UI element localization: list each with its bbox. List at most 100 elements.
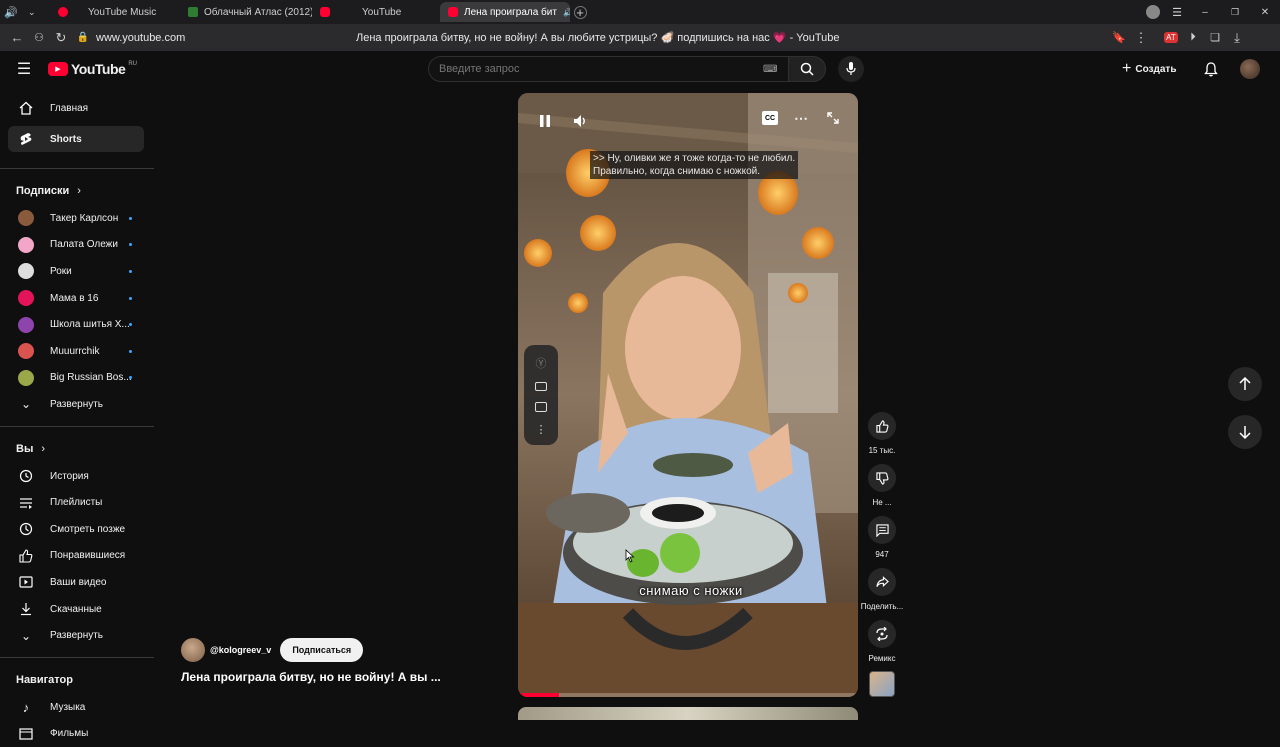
subscription-name: Big Russian Bos...: [50, 372, 132, 383]
channel-handle[interactable]: @kologreev_v: [210, 645, 271, 655]
video-title[interactable]: Лена проиграла битву, но не войну! А вы …: [181, 670, 441, 684]
create-button[interactable]: + Создать: [1122, 59, 1176, 79]
search-box[interactable]: ⌨: [428, 56, 790, 82]
voice-search-button[interactable]: [838, 56, 864, 82]
subscribe-button[interactable]: Подписаться: [280, 638, 363, 662]
subscription-item[interactable]: Muuurrchik: [0, 338, 154, 365]
subscription-item[interactable]: Мама в 16: [0, 285, 154, 312]
more-button[interactable]: ⋮: [1130, 27, 1152, 49]
subscription-item[interactable]: Палата Олежи: [0, 232, 154, 259]
collections-button[interactable]: ❏: [1204, 27, 1226, 49]
tab-youtube-music[interactable]: YouTube Music: [50, 2, 180, 22]
volume-icon: [573, 114, 589, 128]
fullscreen-button[interactable]: [824, 109, 842, 127]
sidebar-item-your-videos[interactable]: Ваши видео: [0, 569, 154, 596]
sidebar-expand-subscriptions[interactable]: ⌄ Развернуть: [0, 391, 154, 418]
maximize-button[interactable]: ❐: [1220, 2, 1250, 22]
reload-button[interactable]: ↻: [50, 27, 72, 49]
volume-button[interactable]: [568, 108, 594, 134]
cursor-arrow-icon: [625, 549, 635, 563]
sidebar-item-history[interactable]: История: [0, 463, 154, 490]
translate-button[interactable]: AT: [1160, 27, 1182, 49]
profile-button[interactable]: [1142, 2, 1164, 22]
search-input[interactable]: [439, 63, 749, 75]
tab-current-video[interactable]: Лена проиграла бит 🔊 ✕: [440, 2, 570, 22]
sidebar-item-downloads[interactable]: Скачанные: [0, 596, 154, 623]
speaker-icon[interactable]: 🔊: [4, 6, 18, 19]
picture-in-picture-icon[interactable]: [535, 402, 547, 412]
progress-bar[interactable]: [518, 693, 858, 697]
channel-avatar: [18, 343, 34, 359]
sidebar-item-shorts[interactable]: Shorts: [8, 126, 144, 152]
close-window-button[interactable]: ✕: [1250, 2, 1280, 22]
sidebar-item-label: Shorts: [50, 134, 82, 145]
sidebar-item-playlists[interactable]: Плейлисты: [0, 489, 154, 516]
bookmark-button[interactable]: 🔖: [1108, 27, 1130, 49]
back-button[interactable]: ←: [6, 27, 28, 49]
tab-label: Лена проиграла бит: [464, 7, 557, 18]
subscriptions-header[interactable]: Подписки ›: [0, 177, 154, 205]
minimize-button[interactable]: –: [1190, 2, 1220, 22]
guide-menu-button[interactable]: ☰: [14, 60, 34, 78]
tab-youtube[interactable]: YouTube: [312, 2, 440, 22]
next-short-button[interactable]: [1228, 415, 1262, 449]
media-button[interactable]: ⏵: [1182, 27, 1204, 49]
downloads-button[interactable]: ⤓: [1226, 27, 1248, 49]
url-text[interactable]: www.youtube.com: [96, 32, 296, 44]
menu-lines-icon: ☰: [1172, 6, 1182, 19]
sidebar-item-watch-later[interactable]: Смотреть позже: [0, 516, 154, 543]
next-short-preview[interactable]: [518, 707, 858, 720]
download-icon: [18, 601, 34, 617]
mouse-cursor: [625, 549, 635, 568]
site-info-button[interactable]: 🔒: [72, 27, 94, 49]
sidebar-item-label: Развернуть: [50, 630, 103, 641]
you-header[interactable]: Вы ›: [0, 435, 154, 463]
comments-button[interactable]: [868, 516, 896, 544]
protect-button[interactable]: ⚇: [28, 27, 50, 49]
remix-button[interactable]: [868, 620, 896, 648]
arrow-left-icon: ←: [11, 30, 24, 45]
page-title: Лена проиграла битву, но не войну! А вы …: [356, 31, 1116, 44]
pause-button[interactable]: [532, 108, 558, 134]
more-vertical-icon[interactable]: ⋮: [536, 423, 547, 436]
tabs-menu-button[interactable]: ⌄: [24, 2, 44, 22]
sound-thumbnail[interactable]: [869, 671, 895, 697]
subscription-item[interactable]: Такер Карлсон: [0, 205, 154, 232]
sidebar-item-home[interactable]: Главная: [0, 90, 154, 126]
sidebar-item-label: Понравившиеся: [50, 550, 125, 561]
like-button[interactable]: [868, 412, 896, 440]
tab-oblachny-atlas[interactable]: Облачный Атлас (2012) С: [180, 2, 312, 22]
yandex-icon[interactable]: Ⓨ: [536, 355, 547, 371]
dislike-button[interactable]: [868, 464, 896, 492]
notifications-button[interactable]: [1201, 59, 1221, 79]
chevron-right-icon: ›: [41, 443, 45, 455]
subscription-name: Такер Карлсон: [50, 213, 118, 224]
shield-icon: ⚇: [34, 31, 44, 44]
chevron-right-icon: ›: [77, 185, 81, 197]
subscription-item[interactable]: Школа шитья Х...: [0, 311, 154, 338]
channel-avatar[interactable]: [181, 638, 205, 662]
browser-menu-button[interactable]: ☰: [1164, 2, 1190, 22]
share-button[interactable]: [868, 568, 896, 596]
sidebar-expand-you[interactable]: ⌄ Развернуть: [0, 622, 154, 649]
subtitles-icon[interactable]: [535, 382, 547, 391]
new-tab-button[interactable]: +: [570, 2, 590, 22]
captions-button[interactable]: CC: [762, 111, 778, 125]
account-avatar[interactable]: [1240, 59, 1260, 79]
shorts-player[interactable]: CC ⋯ >> Ну, оливки же я тоже когда-то не…: [518, 93, 858, 697]
closed-caption-box: >> Ну, оливки же я тоже когда-то не люби…: [590, 151, 798, 179]
keyboard-icon[interactable]: ⌨: [763, 64, 777, 75]
thumbs-up-icon: [876, 420, 889, 433]
subscription-item[interactable]: Big Russian Bos...: [0, 365, 154, 392]
video-frame: [518, 93, 858, 697]
search-button[interactable]: [788, 56, 826, 82]
share-action: Поделить...: [862, 568, 902, 611]
sidebar-item-liked[interactable]: Понравившиеся: [0, 543, 154, 570]
sidebar-item-movies[interactable]: Фильмы: [0, 721, 154, 747]
tab-audio-control[interactable]: 🔊: [0, 2, 24, 22]
subscription-item[interactable]: Роки: [0, 258, 154, 285]
sidebar-item-music[interactable]: ♪ Музыка: [0, 694, 154, 721]
previous-short-button[interactable]: [1228, 367, 1262, 401]
youtube-logo[interactable]: ▶ YouTube RU: [48, 61, 137, 77]
more-options-button[interactable]: ⋯: [792, 109, 810, 127]
